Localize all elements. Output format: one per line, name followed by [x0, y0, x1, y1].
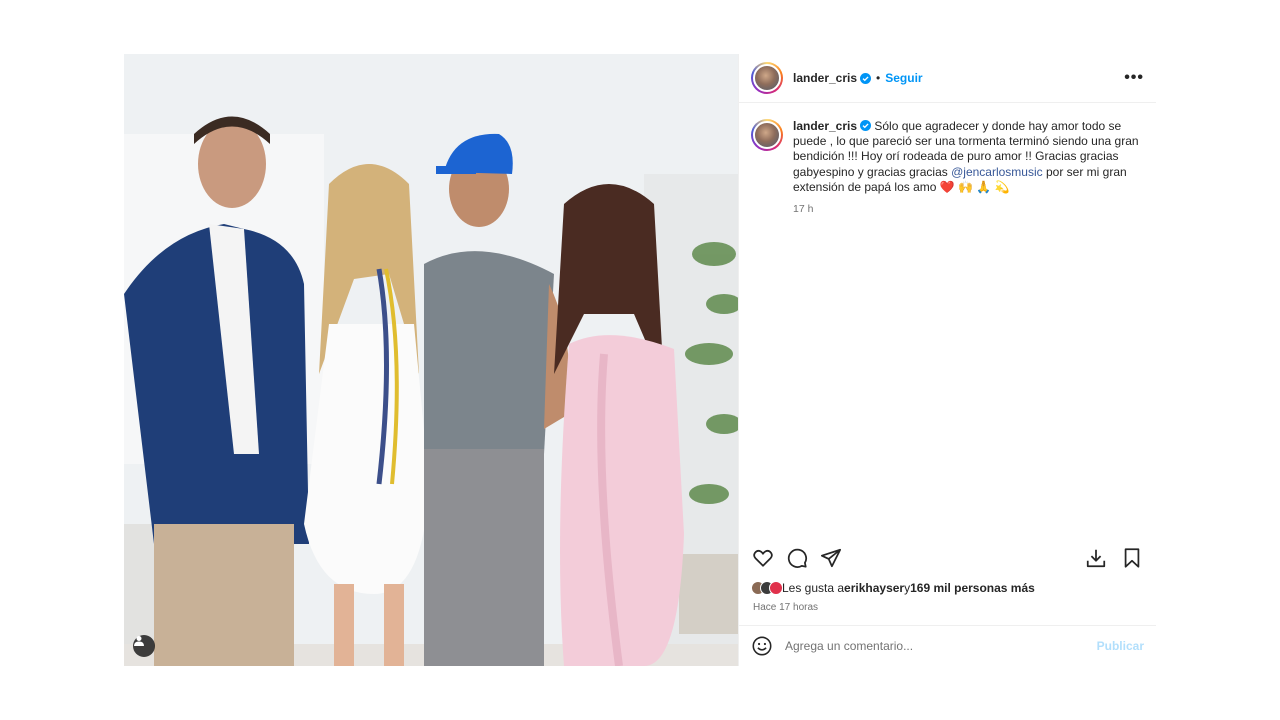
comment-composer: Publicar	[739, 625, 1156, 666]
likes-count-link[interactable]: 169 mil personas más	[910, 581, 1035, 595]
user-tag-icon	[134, 636, 144, 646]
bookmark-icon	[1124, 548, 1140, 568]
publish-button[interactable]: Publicar	[1097, 639, 1144, 653]
photo-illustration	[124, 54, 738, 666]
likes-user-link[interactable]: erikhayser	[844, 581, 904, 595]
caption-avatar[interactable]	[751, 119, 783, 151]
save-button[interactable]	[1120, 546, 1144, 570]
post-photo[interactable]	[124, 54, 738, 666]
likes-prefix: Les gusta a	[782, 581, 845, 595]
author-username[interactable]: lander_cris	[793, 71, 857, 85]
separator-dot: •	[876, 71, 881, 85]
comment-input[interactable]	[785, 639, 1097, 653]
comment-icon	[787, 548, 808, 568]
post-header: lander_cris • Seguir •••	[739, 54, 1156, 103]
emoji-icon[interactable]	[751, 635, 773, 657]
heart-icon	[753, 549, 773, 567]
verified-icon	[860, 72, 872, 84]
post-card: lander_cris • Seguir ••• lander_cris Sól…	[124, 54, 1156, 666]
caption: lander_cris Sólo que agradecer y donde h…	[751, 119, 1144, 217]
caption-username[interactable]: lander_cris	[793, 119, 857, 133]
caption-text: lander_cris Sólo que agradecer y donde h…	[793, 119, 1144, 217]
caption-emojis: ❤️ 🙌 🙏 💫	[939, 179, 1010, 194]
author-avatar[interactable]	[751, 62, 783, 94]
likes-summary: Les gusta a erikhayser y 169 mil persona…	[751, 581, 1035, 595]
action-bar	[739, 541, 1156, 575]
post-timestamp: Hace 17 horas	[753, 602, 819, 613]
share-icon	[820, 548, 842, 568]
verified-icon	[860, 120, 872, 131]
comment-button[interactable]	[785, 546, 809, 570]
caption-mention-link[interactable]: @jencarlosmusic	[951, 165, 1043, 179]
share-button[interactable]	[819, 546, 843, 570]
caption-timestamp: 17 h	[793, 203, 814, 216]
follow-button[interactable]: Seguir	[885, 71, 922, 85]
user-tag-button[interactable]	[133, 635, 155, 657]
comments-section: lander_cris Sólo que agradecer y donde h…	[739, 103, 1156, 533]
download-icon	[1086, 549, 1106, 568]
download-button[interactable]	[1084, 546, 1108, 570]
post-side-panel: lander_cris • Seguir ••• lander_cris Sól…	[738, 54, 1156, 666]
like-button[interactable]	[751, 546, 775, 570]
liker-avatars[interactable]	[751, 581, 783, 595]
more-options-icon[interactable]: •••	[1124, 69, 1144, 87]
